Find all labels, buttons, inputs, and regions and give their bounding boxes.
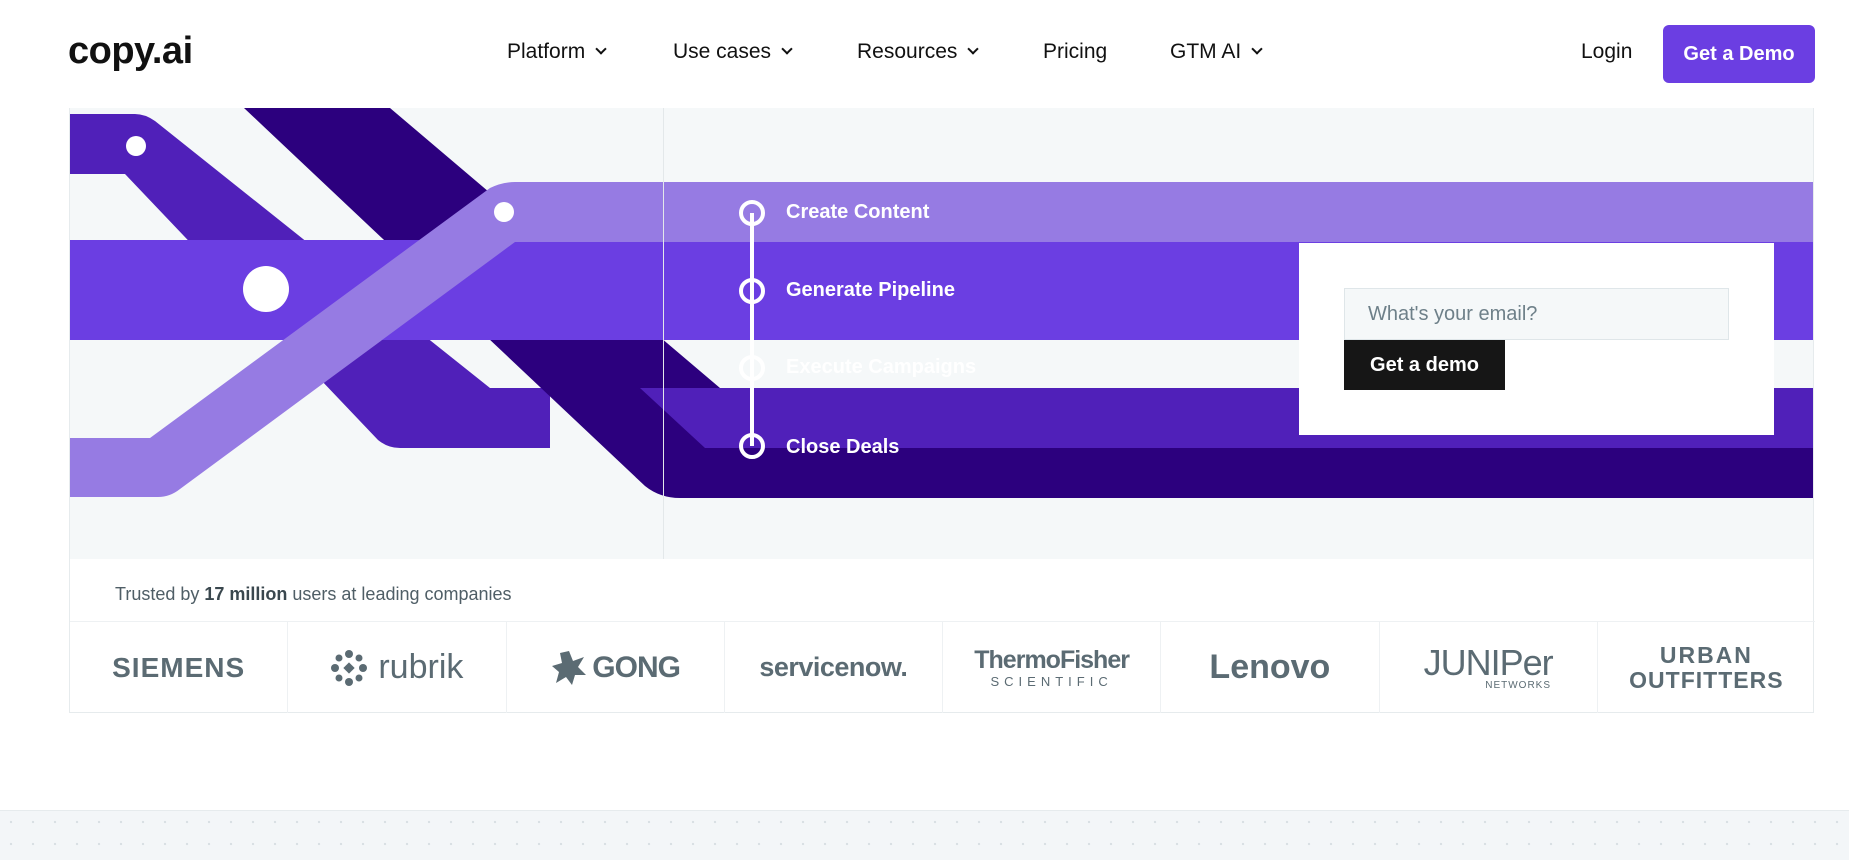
login-link[interactable]: Login bbox=[1581, 40, 1632, 64]
logo-servicenow: servicenow. bbox=[725, 622, 943, 713]
email-input[interactable]: What's your email? bbox=[1344, 288, 1729, 340]
thermofisher-wordmark: ThermoFisher bbox=[974, 645, 1130, 674]
nav-platform[interactable]: Platform bbox=[507, 40, 607, 64]
scientific-wordmark: SCIENTIFIC bbox=[990, 673, 1113, 689]
chevron-down-icon bbox=[1251, 43, 1263, 55]
get-a-demo-button[interactable]: Get a Demo bbox=[1663, 25, 1815, 83]
logo-juniper: JUNIPer NETWORKS bbox=[1380, 622, 1598, 713]
servicenow-wordmark: servicenow. bbox=[759, 652, 908, 682]
logo-rubrik: rubrik bbox=[288, 622, 507, 713]
dot-small bbox=[126, 136, 146, 156]
gong-wordmark: GONG bbox=[592, 650, 681, 684]
step-execute-campaigns: Execute Campaigns bbox=[786, 356, 977, 378]
trusted-text: Trusted by 17 million users at leading c… bbox=[115, 584, 512, 605]
nav-resources[interactable]: Resources bbox=[857, 40, 980, 64]
chevron-down-icon bbox=[967, 43, 980, 55]
step-create-content: Create Content bbox=[786, 201, 930, 223]
outfitters-wordmark: OUTFITTERS bbox=[1629, 666, 1784, 693]
rubrik-icon bbox=[331, 649, 368, 686]
logo-thermofisher: ThermoFisher SCIENTIFIC bbox=[943, 622, 1162, 713]
dot-medium bbox=[494, 202, 514, 222]
step-generate-pipeline: Generate Pipeline bbox=[786, 279, 955, 301]
siemens-wordmark: SIEMENS bbox=[112, 651, 246, 683]
trusted-highlight: 17 million bbox=[204, 584, 288, 604]
juniper-wordmark: JUNIPer bbox=[1423, 641, 1554, 683]
customer-logos: SIEMENS rubrik GONG servicenow. ThermoFi… bbox=[70, 621, 1815, 713]
nav-use-cases-label: Use cases bbox=[673, 40, 772, 63]
logo-urban-outfitters: URBAN OUTFITTERS bbox=[1598, 622, 1815, 713]
trusted-suffix: users at leading companies bbox=[287, 584, 512, 604]
email-signup-card: What's your email? Get a demo bbox=[1299, 243, 1774, 435]
trusted-by-section: Trusted by 17 million users at leading c… bbox=[69, 559, 1815, 713]
networks-wordmark: NETWORKS bbox=[1485, 679, 1552, 691]
rubrik-wordmark: rubrik bbox=[378, 648, 464, 686]
trusted-prefix: Trusted by bbox=[115, 584, 205, 604]
hero-divider bbox=[663, 108, 664, 559]
get-a-demo-submit-button[interactable]: Get a demo bbox=[1344, 340, 1505, 390]
dotted-background-section bbox=[0, 810, 1849, 860]
dot-large bbox=[243, 266, 289, 312]
gong-burst-icon bbox=[552, 650, 587, 685]
lenovo-wordmark: Lenovo bbox=[1209, 648, 1331, 686]
logo-gong: GONG bbox=[507, 622, 725, 713]
copyai-logo[interactable]: copy.ai bbox=[68, 30, 193, 73]
nav-use-cases[interactable]: Use cases bbox=[673, 40, 793, 64]
nav-gtm-ai-label: GTM AI bbox=[1170, 40, 1242, 63]
logo-lenovo: Lenovo bbox=[1161, 622, 1380, 713]
top-navigation: copy.ai Platform Use cases Resources Pri… bbox=[0, 0, 1849, 108]
chevron-down-icon bbox=[595, 43, 607, 55]
nav-pricing[interactable]: Pricing bbox=[1043, 40, 1107, 64]
logo-siemens: SIEMENS bbox=[70, 622, 289, 713]
nav-platform-label: Platform bbox=[507, 40, 586, 63]
nav-gtm-ai[interactable]: GTM AI bbox=[1170, 40, 1263, 64]
nav-resources-label: Resources bbox=[857, 40, 958, 63]
step-close-deals: Close Deals bbox=[786, 436, 900, 458]
urban-wordmark: URBAN bbox=[1659, 641, 1753, 668]
chevron-down-icon bbox=[781, 43, 793, 55]
nav-pricing-label: Pricing bbox=[1043, 40, 1108, 63]
